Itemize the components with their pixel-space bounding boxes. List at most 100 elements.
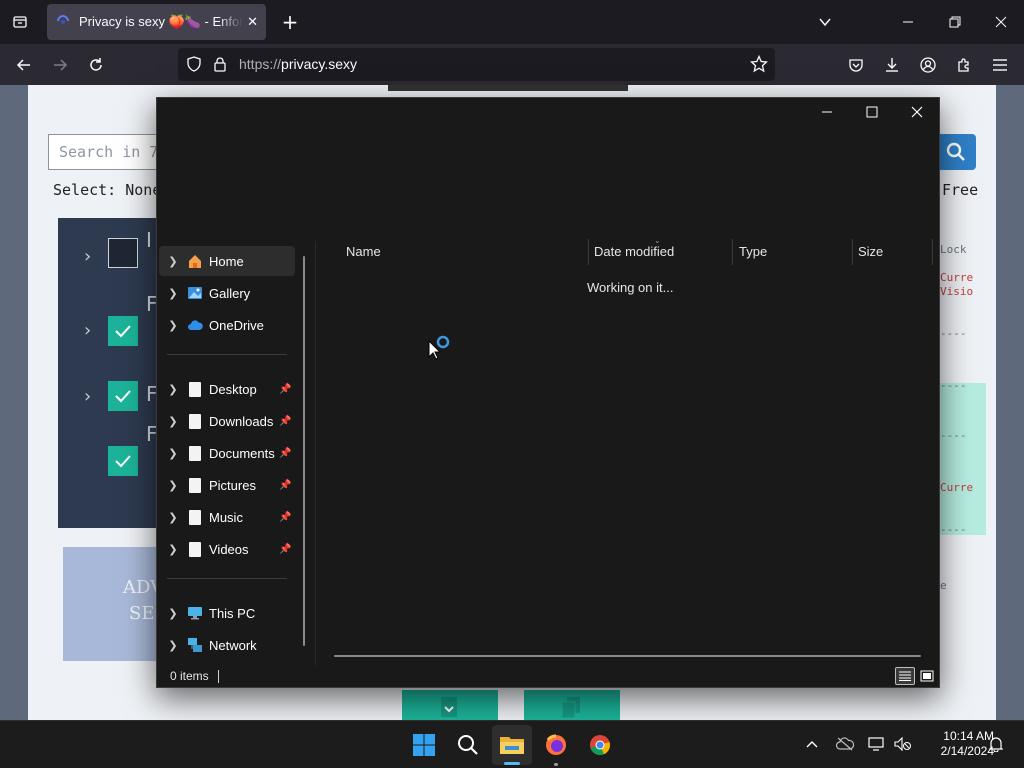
file-list-area[interactable]: Working on it... — [317, 268, 937, 658]
script-checkbox-checked[interactable] — [108, 381, 138, 411]
nav-item-onedrive[interactable]: ❯ OneDrive — [159, 310, 295, 340]
horizontal-scrollbar[interactable] — [334, 655, 921, 657]
code-text: Lock — [940, 243, 967, 256]
close-icon[interactable] — [991, 12, 1011, 32]
nav-item-downloads[interactable]: ❯ Downloads 📌 — [159, 406, 295, 436]
gallery-icon — [187, 285, 203, 301]
chevron-right-icon[interactable]: ❯ — [159, 607, 187, 620]
nav-label: Network — [209, 637, 257, 653]
column-separator[interactable] — [732, 239, 733, 265]
network-status-icon[interactable] — [866, 734, 888, 754]
tracking-protection-shield-icon[interactable] — [186, 56, 202, 76]
start-button[interactable] — [404, 725, 444, 765]
show-hidden-icons-chevron-icon[interactable] — [803, 735, 821, 753]
volume-muted-icon[interactable] — [892, 734, 914, 754]
free-label: Free — [942, 181, 979, 199]
column-separator[interactable] — [852, 239, 853, 265]
expand-chevron-icon[interactable]: › — [84, 320, 91, 341]
nav-item-music[interactable]: ❯ Music 📌 — [159, 502, 295, 532]
search-button[interactable] — [936, 134, 976, 170]
select-label: Select: None — [53, 181, 162, 199]
taskbar-chrome[interactable] — [580, 725, 620, 765]
nav-label: Videos — [209, 541, 249, 557]
tab-close-icon[interactable]: ✕ — [247, 15, 258, 30]
chevron-right-icon[interactable]: ❯ — [159, 319, 187, 332]
extensions-icon[interactable] — [954, 55, 974, 75]
chevron-right-icon[interactable]: ❯ — [159, 383, 187, 396]
nav-pane-scrollbar[interactable] — [303, 256, 305, 646]
details-view-button[interactable] — [895, 667, 915, 685]
script-checkbox-checked[interactable] — [108, 316, 138, 346]
back-icon[interactable] — [14, 55, 34, 75]
nav-item-gallery[interactable]: ❯ Gallery — [159, 278, 295, 308]
url-bar[interactable]: https://privacy.sexy — [178, 48, 775, 81]
column-header-date-modified[interactable]: Date modified — [594, 244, 674, 259]
account-icon[interactable] — [918, 55, 938, 75]
new-tab-icon[interactable]: + — [280, 10, 300, 34]
running-app-indicator — [554, 763, 558, 766]
reload-icon[interactable] — [86, 55, 106, 75]
column-header-size[interactable]: Size — [858, 244, 883, 259]
lock-icon[interactable] — [213, 56, 227, 76]
menu-hamburger-icon[interactable] — [990, 55, 1010, 75]
taskbar-file-explorer[interactable] — [492, 725, 532, 765]
file-icon — [189, 413, 201, 429]
code-text: ---- — [940, 327, 967, 340]
nav-item-videos[interactable]: ❯ Videos 📌 — [159, 534, 295, 564]
dialog-maximize-button[interactable] — [849, 98, 895, 126]
chevron-right-icon[interactable]: ❯ — [159, 447, 187, 460]
clock[interactable]: 10:14 AM 2/14/2024 — [918, 729, 994, 759]
file-icon — [189, 541, 201, 557]
pane-divider[interactable] — [315, 241, 316, 665]
nav-item-desktop[interactable]: ❯ Desktop 📌 — [159, 374, 295, 404]
chevron-right-icon[interactable]: ❯ — [159, 255, 187, 268]
chevron-right-icon[interactable]: ❯ — [159, 287, 187, 300]
restore-icon[interactable] — [945, 12, 965, 32]
downloads-icon[interactable] — [882, 55, 902, 75]
onedrive-offline-icon[interactable] — [834, 734, 856, 754]
chevron-right-icon[interactable]: ❯ — [159, 639, 187, 652]
active-app-indicator — [504, 762, 520, 765]
list-all-tabs-icon[interactable] — [10, 12, 30, 32]
expand-chevron-icon[interactable]: › — [84, 386, 91, 407]
copy-button[interactable] — [524, 690, 620, 721]
nav-item-network[interactable]: ❯ Network — [159, 630, 295, 660]
nav-item-this-pc[interactable]: ❯ This PC — [159, 598, 295, 628]
minimize-icon[interactable] — [898, 12, 918, 32]
code-text: ---- — [940, 379, 967, 392]
dialog-close-button[interactable] — [894, 98, 940, 126]
nav-item-documents[interactable]: ❯ Documents 📌 — [159, 438, 295, 468]
url-text[interactable]: https://privacy.sexy — [239, 56, 357, 72]
chevron-right-icon[interactable]: ❯ — [159, 543, 187, 556]
clock-time: 10:14 AM — [943, 729, 994, 743]
forward-icon[interactable] — [50, 55, 70, 75]
nav-item-pictures[interactable]: ❯ Pictures 📌 — [159, 470, 295, 500]
script-checkbox-checked[interactable] — [108, 446, 138, 476]
chevron-right-icon[interactable]: ❯ — [159, 415, 187, 428]
pocket-icon[interactable] — [846, 55, 866, 75]
taskbar-search-button[interactable] — [448, 725, 488, 765]
tab-list-chevron-icon[interactable] — [815, 12, 835, 32]
nav-item-home[interactable]: ❯ Home — [159, 246, 295, 276]
dialog-minimize-button[interactable] — [804, 98, 850, 126]
column-separator[interactable] — [932, 239, 933, 265]
home-icon — [187, 253, 203, 269]
advanced-settings-card[interactable]: ADV SE — [63, 547, 163, 661]
taskbar-firefox[interactable] — [536, 725, 576, 766]
code-text: ---- — [940, 523, 967, 536]
column-separator[interactable] — [588, 239, 589, 265]
column-header-type[interactable]: Type — [739, 244, 767, 259]
nav-label: Home — [209, 253, 244, 269]
expand-chevron-icon[interactable]: › — [84, 246, 91, 267]
chevron-right-icon[interactable]: ❯ — [159, 479, 187, 492]
script-checkbox-unchecked[interactable] — [108, 238, 138, 268]
bookmark-star-icon[interactable] — [749, 54, 769, 77]
column-header-name[interactable]: Name — [346, 244, 381, 259]
notification-bell-icon[interactable] — [987, 735, 1005, 753]
download-button[interactable] — [402, 690, 498, 721]
chevron-right-icon[interactable]: ❯ — [159, 511, 187, 524]
advanced-label: SE — [129, 603, 155, 624]
large-icons-view-button[interactable] — [917, 667, 937, 685]
large-icons-view-icon — [920, 670, 934, 682]
browser-tab[interactable]: Privacy is sexy 🍑🍆 - Enforce privacy & s… — [47, 4, 266, 40]
